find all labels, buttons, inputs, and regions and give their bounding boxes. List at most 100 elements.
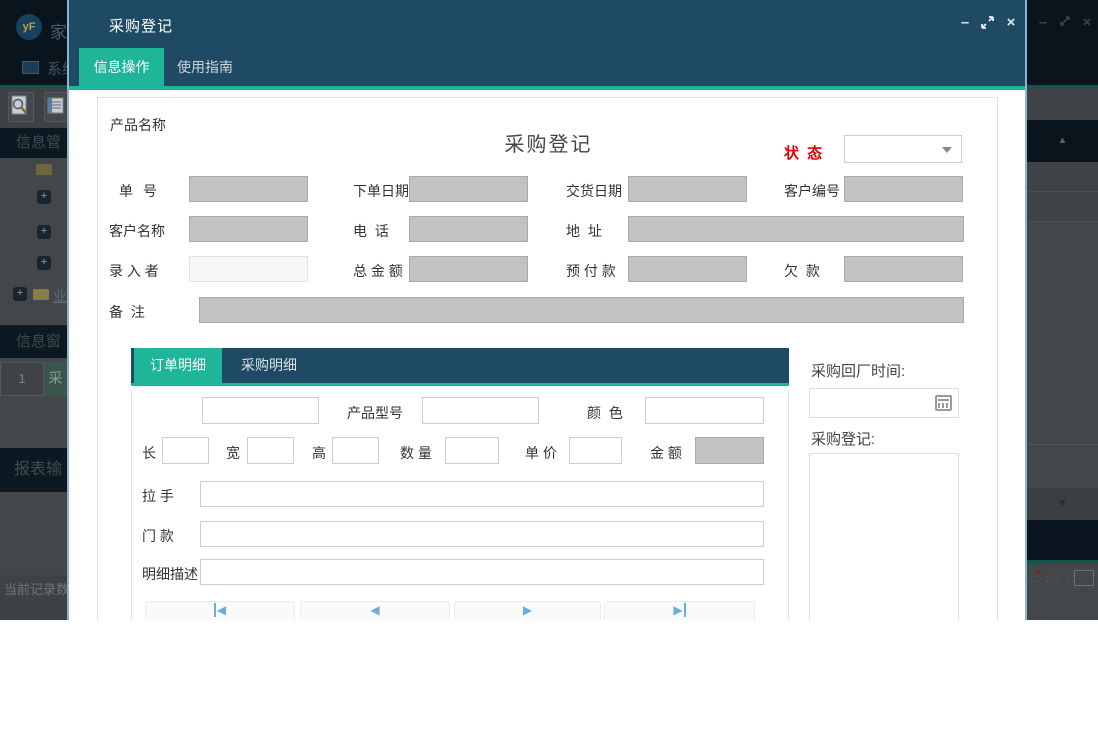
dialog-title: 采购登记 [109, 15, 173, 36]
tab-user-guide[interactable]: 使用指南 [164, 48, 246, 86]
sidebar-section-label: 信息窗 [16, 325, 61, 358]
tree-expand-icon[interactable]: + [37, 225, 51, 239]
status-label: 状 态 [784, 142, 824, 163]
pager-next-button[interactable]: ▶ [454, 601, 601, 620]
qty-label: 数 量 [400, 443, 432, 463]
last-page-icon: ▶ [673, 603, 685, 617]
customer-no-label: 客户编号 [784, 181, 840, 201]
detail-tabbar: 订单明细 采购明细 [131, 348, 789, 386]
color-label: 颜 色 [587, 403, 625, 423]
status-select[interactable] [844, 135, 962, 163]
width-label: 宽 [226, 443, 240, 463]
detail-name-input[interactable] [202, 397, 319, 424]
qty-input[interactable] [445, 437, 499, 464]
bg-statusbar-record-count: 当前记录数 [0, 575, 67, 620]
tab-info-operation[interactable]: 信息操作 [79, 48, 164, 86]
calendar-icon[interactable] [935, 395, 952, 411]
door-style-label: 门 款 [142, 526, 174, 546]
dialog-body: 产品名称 采购登记 状 态 单 号 下单日期 交货日期 客户编号 客户名称 电 … [69, 94, 1025, 620]
bg-minimize-button[interactable]: – [1034, 14, 1052, 31]
tree-expand-icon[interactable]: + [37, 256, 51, 270]
system-menu-icon [22, 61, 39, 74]
total-amount-label: 总 金 额 [353, 261, 403, 281]
dialog-minimize-button[interactable]: – [955, 13, 975, 33]
bg-dropdown-down-icon[interactable]: ▼ [1027, 488, 1098, 520]
prepay-field [628, 256, 747, 282]
amount-field [695, 437, 764, 464]
amount-label: 金 额 [650, 443, 682, 463]
bg-right-panel [1027, 588, 1098, 620]
dialog-tabbar: 信息操作 使用指南 [69, 48, 1025, 90]
debt-label: 欠 款 [784, 261, 822, 281]
customer-name-field [189, 216, 308, 242]
bg-right-panel [1027, 446, 1098, 488]
bg-close-button[interactable]: × [1078, 14, 1096, 31]
dialog-close-button[interactable]: × [1001, 13, 1021, 33]
bg-right-row [1027, 162, 1098, 192]
sidebar-section-label: 报表输 [14, 448, 62, 492]
tab-purchase-detail[interactable]: 采购明细 [227, 348, 311, 383]
height-input[interactable] [332, 437, 379, 464]
phone-label: 电 话 [353, 221, 391, 241]
handle-label: 拉 手 [142, 486, 174, 506]
door-style-input[interactable] [200, 521, 764, 547]
delivery-date-field [628, 176, 747, 202]
total-amount-field [409, 256, 528, 282]
debt-field [844, 256, 963, 282]
tree-expand-icon[interactable]: + [37, 190, 51, 204]
price-input[interactable] [569, 437, 622, 464]
return-time-input[interactable] [809, 388, 959, 418]
address-label: 地 址 [566, 221, 604, 241]
prepay-label: 预 付 款 [566, 261, 616, 281]
order-date-label: 下单日期 [353, 181, 409, 201]
bg-right-panel [1027, 222, 1098, 445]
bg-pager-dots: ·· · · ·· [1030, 576, 1076, 587]
operator-label: 录 入 者 [109, 261, 159, 281]
tree-item-business[interactable]: 业 [53, 286, 67, 306]
bg-restore-icon[interactable] [1056, 14, 1074, 31]
remark-field [199, 297, 964, 323]
search-doc-icon[interactable] [8, 92, 34, 122]
purchase-form-panel: 产品名称 采购登记 状 态 单 号 下单日期 交货日期 客户编号 客户名称 电 … [97, 97, 998, 620]
order-no-label: 单 号 [119, 181, 160, 201]
width-input[interactable] [247, 437, 294, 464]
bg-red-caret-icon: ▲ [1032, 566, 1044, 576]
order-date-field [409, 176, 528, 202]
bg-row-tab-cell[interactable]: 采 [44, 362, 67, 396]
bg-panel-area [0, 396, 67, 448]
tree-expand-icon[interactable]: + [13, 287, 27, 301]
bg-panel-area [0, 492, 67, 575]
sidebar-section-report-output[interactable]: 报表输 [0, 448, 67, 492]
sidebar-tree: + + + + 业 [0, 158, 67, 325]
delivery-date-label: 交货日期 [566, 181, 622, 201]
return-time-label: 采购回厂时间: [811, 360, 905, 381]
bg-row-index-cell: 1 [0, 362, 44, 396]
address-field [628, 216, 964, 242]
model-input[interactable] [422, 397, 539, 424]
pager-last-button[interactable]: ▶ [604, 601, 755, 620]
bg-small-box [1074, 570, 1094, 586]
pager-prev-button[interactable]: ◀ [300, 601, 450, 620]
detail-panel: 订单明细 采购明细 产品型号 颜 色 长 宽 [131, 348, 789, 620]
folder-icon [36, 164, 52, 175]
purchase-register-dialog: 采购登记 – × 信息操作 使用指南 产品名称 采购登记 状 态 单 号 下单日… [67, 0, 1027, 620]
price-label: 单 价 [525, 443, 557, 463]
handle-input[interactable] [200, 481, 764, 507]
model-label: 产品型号 [347, 403, 403, 423]
color-input[interactable] [645, 397, 764, 424]
sidebar-section-info-management[interactable]: 信息管 [0, 128, 67, 158]
dialog-maximize-icon[interactable] [977, 15, 997, 35]
detail-content: 产品型号 颜 色 长 宽 高 数 量 单 价 [131, 389, 789, 620]
tab-order-detail[interactable]: 订单明细 [134, 348, 222, 383]
detail-desc-input[interactable] [200, 559, 764, 585]
length-input[interactable] [162, 437, 209, 464]
app-screen: yF 家具 系统 – × 信息管 + + + + 业 信息窗 1 采 报表输 当… [0, 0, 1098, 620]
purchase-register-textarea[interactable] [809, 453, 959, 620]
sidebar-section-info-window[interactable]: 信息窗 [0, 325, 67, 358]
pager-first-button[interactable]: ◀ [145, 601, 295, 620]
folder-icon [33, 289, 49, 300]
bg-collapse-up-icon[interactable]: ▲ [1027, 120, 1098, 162]
detail-desc-label: 明细描述 [142, 564, 198, 584]
operator-field [189, 256, 308, 282]
app-logo-icon: yF [16, 14, 42, 40]
